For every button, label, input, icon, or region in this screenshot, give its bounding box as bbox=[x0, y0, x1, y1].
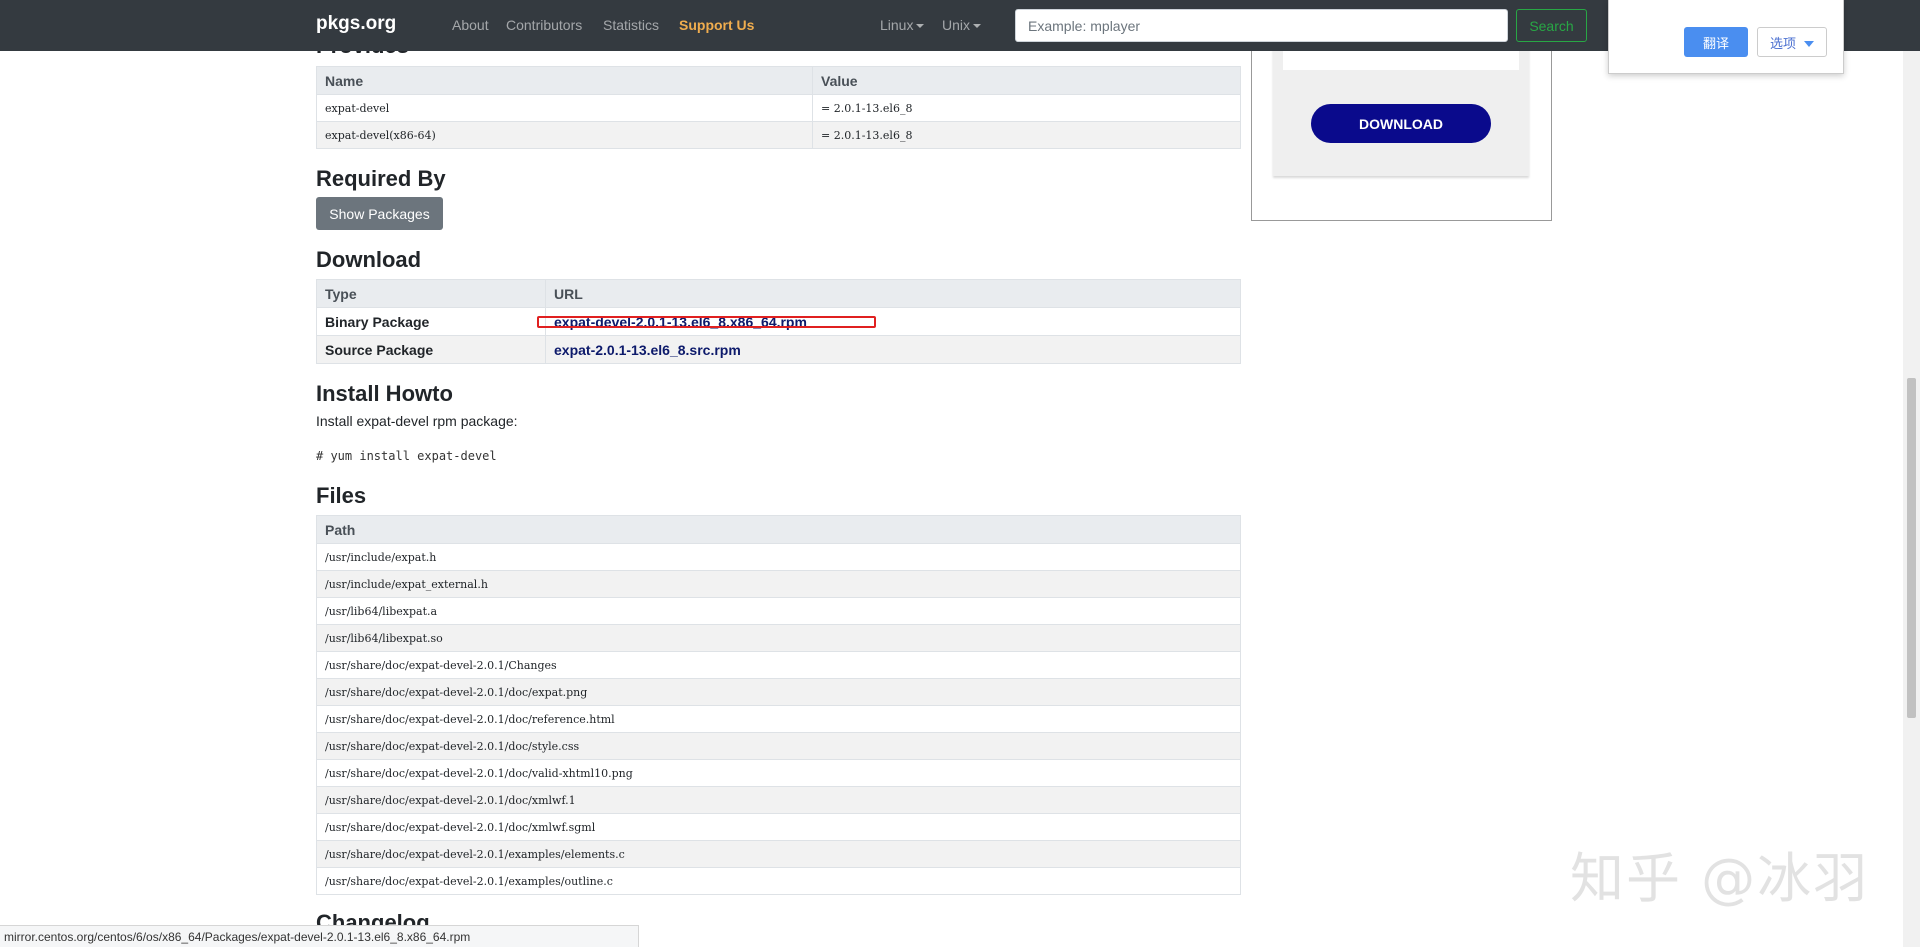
unix-dropdown-label: Unix bbox=[942, 17, 971, 33]
install-command: # yum install expat-devel bbox=[316, 449, 497, 463]
binary-package-link[interactable]: expat-devel-2.0.1-13.el6_8.x86_64.rpm bbox=[554, 314, 807, 330]
file-path: /usr/share/doc/expat-devel-2.0.1/Changes bbox=[316, 651, 1241, 679]
provides-header-value: Value bbox=[812, 66, 1241, 95]
table-row: Binary Package expat-devel-2.0.1-13.el6_… bbox=[316, 307, 1241, 336]
file-path: /usr/share/doc/expat-devel-2.0.1/doc/ref… bbox=[316, 705, 1241, 733]
translate-options-button[interactable]: 选项 bbox=[1757, 27, 1827, 57]
table-row: /usr/share/doc/expat-devel-2.0.1/doc/exp… bbox=[316, 678, 1241, 706]
download-type: Binary Package bbox=[316, 307, 546, 336]
ad-download-button[interactable]: DOWNLOAD bbox=[1311, 104, 1491, 143]
provides-value: = 2.0.1-13.el6_8 bbox=[812, 121, 1241, 149]
table-row: /usr/share/doc/expat-devel-2.0.1/doc/val… bbox=[316, 759, 1241, 787]
brand-logo[interactable]: pkgs.org bbox=[316, 13, 396, 35]
show-packages-button[interactable]: Show Packages bbox=[316, 197, 443, 230]
caret-down-icon bbox=[973, 24, 982, 29]
provides-header-name: Name bbox=[316, 66, 813, 95]
download-title: Download bbox=[316, 247, 422, 272]
table-row: Source Package expat-2.0.1-13.el6_8.src.… bbox=[316, 335, 1241, 364]
table-row: /usr/include/expat.h bbox=[316, 543, 1241, 571]
table-row: /usr/lib64/libexpat.so bbox=[316, 624, 1241, 652]
files-title: Files bbox=[316, 483, 367, 508]
caret-down-icon bbox=[916, 24, 925, 29]
table-row: /usr/include/expat_external.h bbox=[316, 570, 1241, 598]
file-path: /usr/include/expat_external.h bbox=[316, 570, 1241, 598]
table-row: /usr/share/doc/expat-devel-2.0.1/doc/sty… bbox=[316, 732, 1241, 760]
search-button[interactable]: Search bbox=[1516, 9, 1587, 42]
provides-table: Name Value expat-devel = 2.0.1-13.el6_8 … bbox=[316, 66, 1241, 149]
provides-name: expat-devel bbox=[316, 94, 813, 122]
translate-button[interactable]: 翻译 bbox=[1684, 27, 1748, 57]
file-path: /usr/lib64/libexpat.a bbox=[316, 597, 1241, 625]
source-package-link[interactable]: expat-2.0.1-13.el6_8.src.rpm bbox=[554, 342, 741, 358]
watermark-text: 知乎 @冰羽 bbox=[1570, 847, 1870, 910]
file-path: /usr/include/expat.h bbox=[316, 543, 1241, 571]
file-path: /usr/lib64/libexpat.so bbox=[316, 624, 1241, 652]
translate-options-label: 选项 bbox=[1769, 36, 1796, 52]
install-instructions: Install expat-devel rpm package: bbox=[316, 413, 518, 429]
table-row: expat-devel(x86-64) = 2.0.1-13.el6_8 bbox=[316, 121, 1241, 149]
download-header-type: Type bbox=[316, 279, 546, 308]
translate-popup: 翻译 选项 bbox=[1608, 0, 1844, 74]
nav-link-contributors[interactable]: Contributors bbox=[506, 17, 582, 33]
files-table: Path /usr/include/expat.h/usr/include/ex… bbox=[316, 515, 1241, 895]
table-row: /usr/share/doc/expat-devel-2.0.1/Changes bbox=[316, 651, 1241, 679]
download-header-url: URL bbox=[545, 279, 1241, 308]
file-path: /usr/share/doc/expat-devel-2.0.1/doc/sty… bbox=[316, 732, 1241, 760]
download-table: Type URL Binary Package expat-devel-2.0.… bbox=[316, 279, 1241, 364]
file-path: /usr/share/doc/expat-devel-2.0.1/doc/xml… bbox=[316, 813, 1241, 841]
table-row: /usr/share/doc/expat-devel-2.0.1/doc/ref… bbox=[316, 705, 1241, 733]
table-row: expat-devel = 2.0.1-13.el6_8 bbox=[316, 94, 1241, 122]
required-by-title: Required By bbox=[316, 166, 446, 191]
file-path: /usr/share/doc/expat-devel-2.0.1/doc/exp… bbox=[316, 678, 1241, 706]
nav-link-about[interactable]: About bbox=[452, 17, 489, 33]
triangle-down-icon bbox=[1804, 41, 1814, 47]
table-row: /usr/lib64/libexpat.a bbox=[316, 597, 1241, 625]
linux-dropdown[interactable]: Linux bbox=[880, 17, 925, 33]
table-row: /usr/share/doc/expat-devel-2.0.1/example… bbox=[316, 867, 1241, 895]
unix-dropdown[interactable]: Unix bbox=[942, 17, 982, 33]
table-row: /usr/share/doc/expat-devel-2.0.1/doc/xml… bbox=[316, 786, 1241, 814]
status-bar-url: mirror.centos.org/centos/6/os/x86_64/Pac… bbox=[0, 925, 639, 947]
nav-link-support-us[interactable]: Support Us bbox=[679, 17, 754, 33]
table-row: /usr/share/doc/expat-devel-2.0.1/doc/xml… bbox=[316, 813, 1241, 841]
linux-dropdown-label: Linux bbox=[880, 17, 914, 33]
file-path: /usr/share/doc/expat-devel-2.0.1/doc/val… bbox=[316, 759, 1241, 787]
file-path: /usr/share/doc/expat-devel-2.0.1/doc/xml… bbox=[316, 786, 1241, 814]
download-type: Source Package bbox=[316, 335, 546, 364]
file-path: /usr/share/doc/expat-devel-2.0.1/example… bbox=[316, 867, 1241, 895]
vertical-scrollbar[interactable] bbox=[1903, 0, 1920, 947]
provides-name: expat-devel(x86-64) bbox=[316, 121, 813, 149]
install-howto-title: Install Howto bbox=[316, 381, 453, 406]
table-row: /usr/share/doc/expat-devel-2.0.1/example… bbox=[316, 840, 1241, 868]
search-input[interactable] bbox=[1015, 9, 1508, 42]
provides-value: = 2.0.1-13.el6_8 bbox=[812, 94, 1241, 122]
files-header-path: Path bbox=[316, 515, 1241, 544]
file-path: /usr/share/doc/expat-devel-2.0.1/example… bbox=[316, 840, 1241, 868]
scrollbar-thumb[interactable] bbox=[1907, 378, 1916, 718]
nav-link-statistics[interactable]: Statistics bbox=[603, 17, 659, 33]
